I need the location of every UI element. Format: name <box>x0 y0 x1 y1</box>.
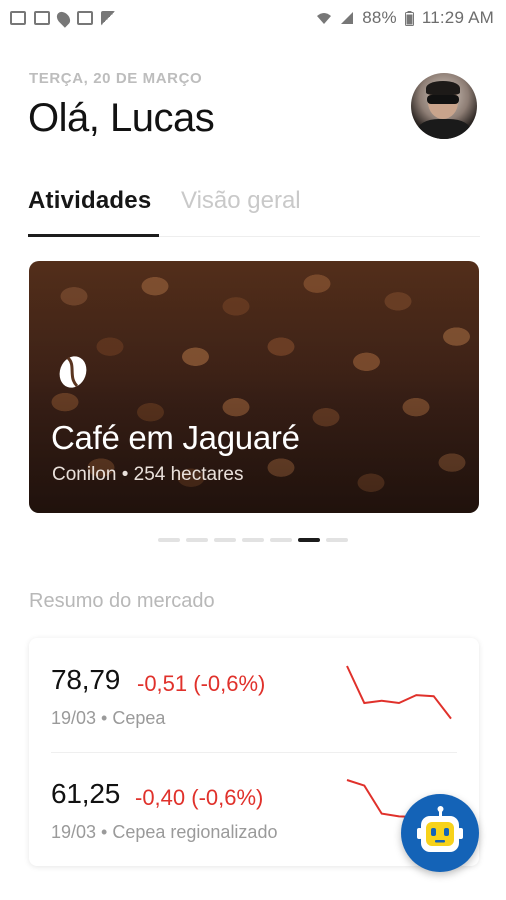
section-title: Resumo do mercado <box>29 590 215 612</box>
coffee-bean-icon <box>59 356 87 388</box>
pager-dot[interactable] <box>326 538 348 542</box>
price-change: -0,40 (-0,6%) <box>135 785 264 810</box>
pager-dot[interactable] <box>242 538 264 542</box>
clock: 11:29 AM <box>421 8 494 27</box>
avatar-glasses <box>427 95 459 104</box>
sparkline-chart <box>346 665 452 720</box>
signal-icon <box>340 11 354 25</box>
carousel-pager <box>158 538 348 542</box>
price-value: 78,79 <box>51 664 121 695</box>
avatar-body <box>417 119 471 139</box>
pager-dot[interactable] <box>158 538 180 542</box>
status-system: 88% 11:29 AM <box>316 8 494 28</box>
image-icon <box>10 11 26 25</box>
pager-dot[interactable] <box>186 538 208 542</box>
battery-percent: 88% <box>362 8 397 27</box>
mail-icon <box>34 11 50 25</box>
price-source: 19/03 • Cepea regionalizado <box>51 822 278 842</box>
status-bar: 88% 11:29 AM <box>0 0 506 36</box>
activity-card[interactable]: Café em Jaguaré Conilon • 254 hectares <box>29 261 479 513</box>
assistant-button[interactable] <box>401 794 479 872</box>
pager-dot[interactable] <box>298 538 320 542</box>
flag-icon <box>101 10 115 26</box>
status-notifications <box>10 8 115 28</box>
market-row[interactable]: 78,79 -0,51 (-0,6%) 19/03 • Cepea <box>29 638 479 752</box>
avatar-hair <box>426 81 460 95</box>
sparkline-series <box>346 665 452 720</box>
tab-bar: Atividades Visão geral <box>28 184 480 237</box>
page-title: Olá, Lucas <box>28 96 215 140</box>
location-icon <box>54 8 73 28</box>
pager-dot[interactable] <box>214 538 236 542</box>
card-subtitle: Conilon • 254 hectares <box>52 464 244 485</box>
card-title: Café em Jaguaré <box>51 419 300 456</box>
tab-visao-geral[interactable]: Visão geral <box>181 187 301 215</box>
tab-atividades[interactable]: Atividades <box>28 187 151 215</box>
battery-icon <box>404 10 414 26</box>
active-tab-indicator <box>28 234 159 237</box>
pager-dot[interactable] <box>270 538 292 542</box>
price-change: -0,51 (-0,6%) <box>137 671 266 696</box>
wifi-icon <box>316 11 332 25</box>
date-label: TERÇA, 20 DE MARÇO <box>29 70 203 87</box>
price-value: 61,25 <box>51 778 121 809</box>
price-source: 19/03 • Cepea <box>51 708 166 728</box>
user-avatar[interactable] <box>411 73 477 139</box>
sim-icon <box>77 11 93 25</box>
assistant-robot-icon <box>417 806 463 852</box>
